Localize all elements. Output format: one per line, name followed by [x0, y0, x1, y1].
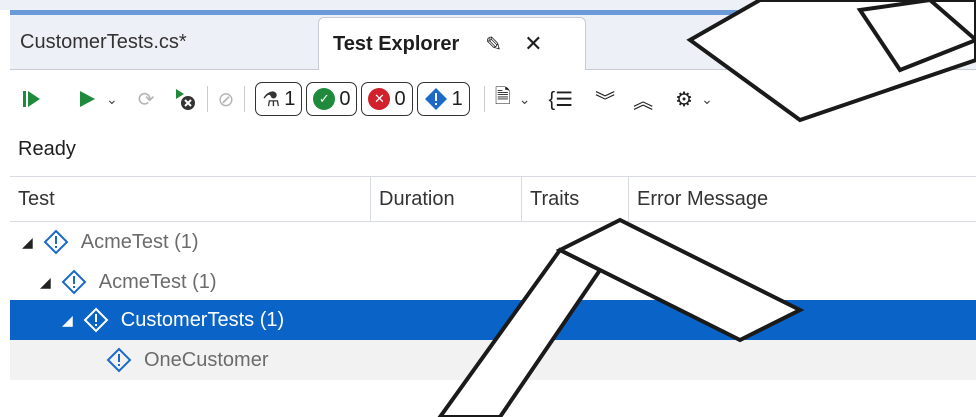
check-circle-icon: ✓: [313, 88, 336, 110]
settings-button[interactable]: ⚙ ⌄: [675, 82, 713, 116]
chevron-down-icon[interactable]: ⌄: [106, 91, 118, 108]
run-button[interactable]: ⌄: [76, 82, 118, 116]
toolbar-separator: [244, 86, 246, 112]
gear-icon: ⚙: [675, 88, 694, 111]
group-by-button[interactable]: {☰: [549, 82, 574, 116]
toolbar-separator: [206, 86, 208, 112]
tab-label: CustomerTests.cs*: [20, 30, 187, 53]
not-run-diamond-icon: [43, 229, 69, 255]
column-header-traits[interactable]: Traits: [522, 177, 628, 221]
run-failed-icon: [175, 89, 195, 110]
not-run-diamond-icon: [83, 307, 109, 333]
status-text: Ready: [18, 138, 76, 160]
tree-item-label: OneCustomer: [144, 348, 269, 371]
toolbar-separator: [483, 86, 485, 112]
cancel-icon: ⊘: [217, 88, 235, 111]
collapse-triangle-icon[interactable]: ◢: [40, 274, 51, 291]
not-run-tests-filter[interactable]: 1: [416, 82, 470, 116]
column-header-test[interactable]: Test: [10, 177, 370, 221]
column-header-duration[interactable]: Duration: [371, 177, 521, 221]
total-tests-filter[interactable]: ⚗ 1: [255, 82, 303, 116]
run-all-icon: [23, 91, 40, 107]
group-by-icon: {☰: [548, 88, 574, 111]
not-run-count: 1: [451, 87, 463, 110]
playlist-icon: 🗎: [494, 86, 511, 108]
total-count: 1: [284, 87, 296, 110]
warning-diamond-icon: [424, 88, 447, 110]
chevron-down-icon[interactable]: ⌄: [519, 91, 531, 108]
tab-test-explorer[interactable]: Test Explorer ✎ ✕: [318, 17, 586, 70]
tree-item-label: AcmeTest (1): [80, 230, 199, 253]
tree-item-label: CustomerTests (1): [120, 308, 285, 331]
tree-row[interactable]: OneCustomer: [10, 340, 976, 380]
tab-customertests-cs[interactable]: CustomerTests.cs*: [10, 15, 316, 69]
tree-row[interactable]: ◢ AcmeTest (1): [10, 222, 976, 262]
repeat-icon: ⟳: [137, 88, 155, 111]
tree-row[interactable]: ◢ AcmeTest (1): [10, 262, 976, 302]
run-failed-tests-button[interactable]: [173, 82, 197, 116]
tab-label: Test Explorer: [333, 32, 460, 55]
column-header-error-message[interactable]: Error Message: [629, 177, 976, 221]
failed-count: 0: [394, 87, 406, 110]
collapse-all-icon: ︽: [633, 90, 654, 113]
not-run-diamond-icon: [106, 347, 132, 373]
collapse-triangle-icon[interactable]: ◢: [22, 234, 33, 251]
not-run-diamond-icon: [61, 269, 87, 295]
tree-item-label: AcmeTest (1): [98, 270, 217, 293]
collapse-all-button[interactable]: ︽: [633, 82, 653, 116]
play-icon: [80, 91, 95, 107]
passed-tests-filter[interactable]: ✓ 0: [306, 82, 358, 116]
close-icon[interactable]: ✕: [524, 31, 542, 57]
failed-tests-filter[interactable]: ✕ 0: [361, 82, 413, 116]
passed-count: 0: [339, 87, 351, 110]
cancel-button[interactable]: ⊘: [218, 82, 235, 116]
table-header: Test Duration Traits Error Message: [10, 176, 976, 222]
collapse-triangle-icon[interactable]: ◢: [62, 312, 73, 329]
pin-icon[interactable]: ✎: [485, 32, 502, 57]
repeat-last-run-button[interactable]: ⟳: [138, 82, 155, 116]
test-explorer-toolbar: ⌄ ⟳ ⊘ ⚗ 1 ✓ 0 ✕ 0 1 🗎 ⌄ {☰ ︾ ︽ ⚙ ⌄: [10, 70, 976, 128]
expand-all-icon: ︾: [595, 90, 616, 113]
window-top-strip: [0, 0, 976, 10]
x-circle-icon: ✕: [368, 88, 391, 110]
tree-row-selected[interactable]: ◢ CustomerTests (1): [10, 300, 976, 340]
run-all-button[interactable]: [20, 82, 42, 116]
playlist-button[interactable]: 🗎 ⌄: [495, 82, 531, 116]
document-tab-row: CustomerTests.cs* Test Explorer ✎ ✕: [10, 15, 976, 70]
expand-all-button[interactable]: ︾: [595, 82, 615, 116]
chevron-down-icon[interactable]: ⌄: [701, 91, 713, 108]
flask-icon: ⚗: [262, 88, 281, 111]
